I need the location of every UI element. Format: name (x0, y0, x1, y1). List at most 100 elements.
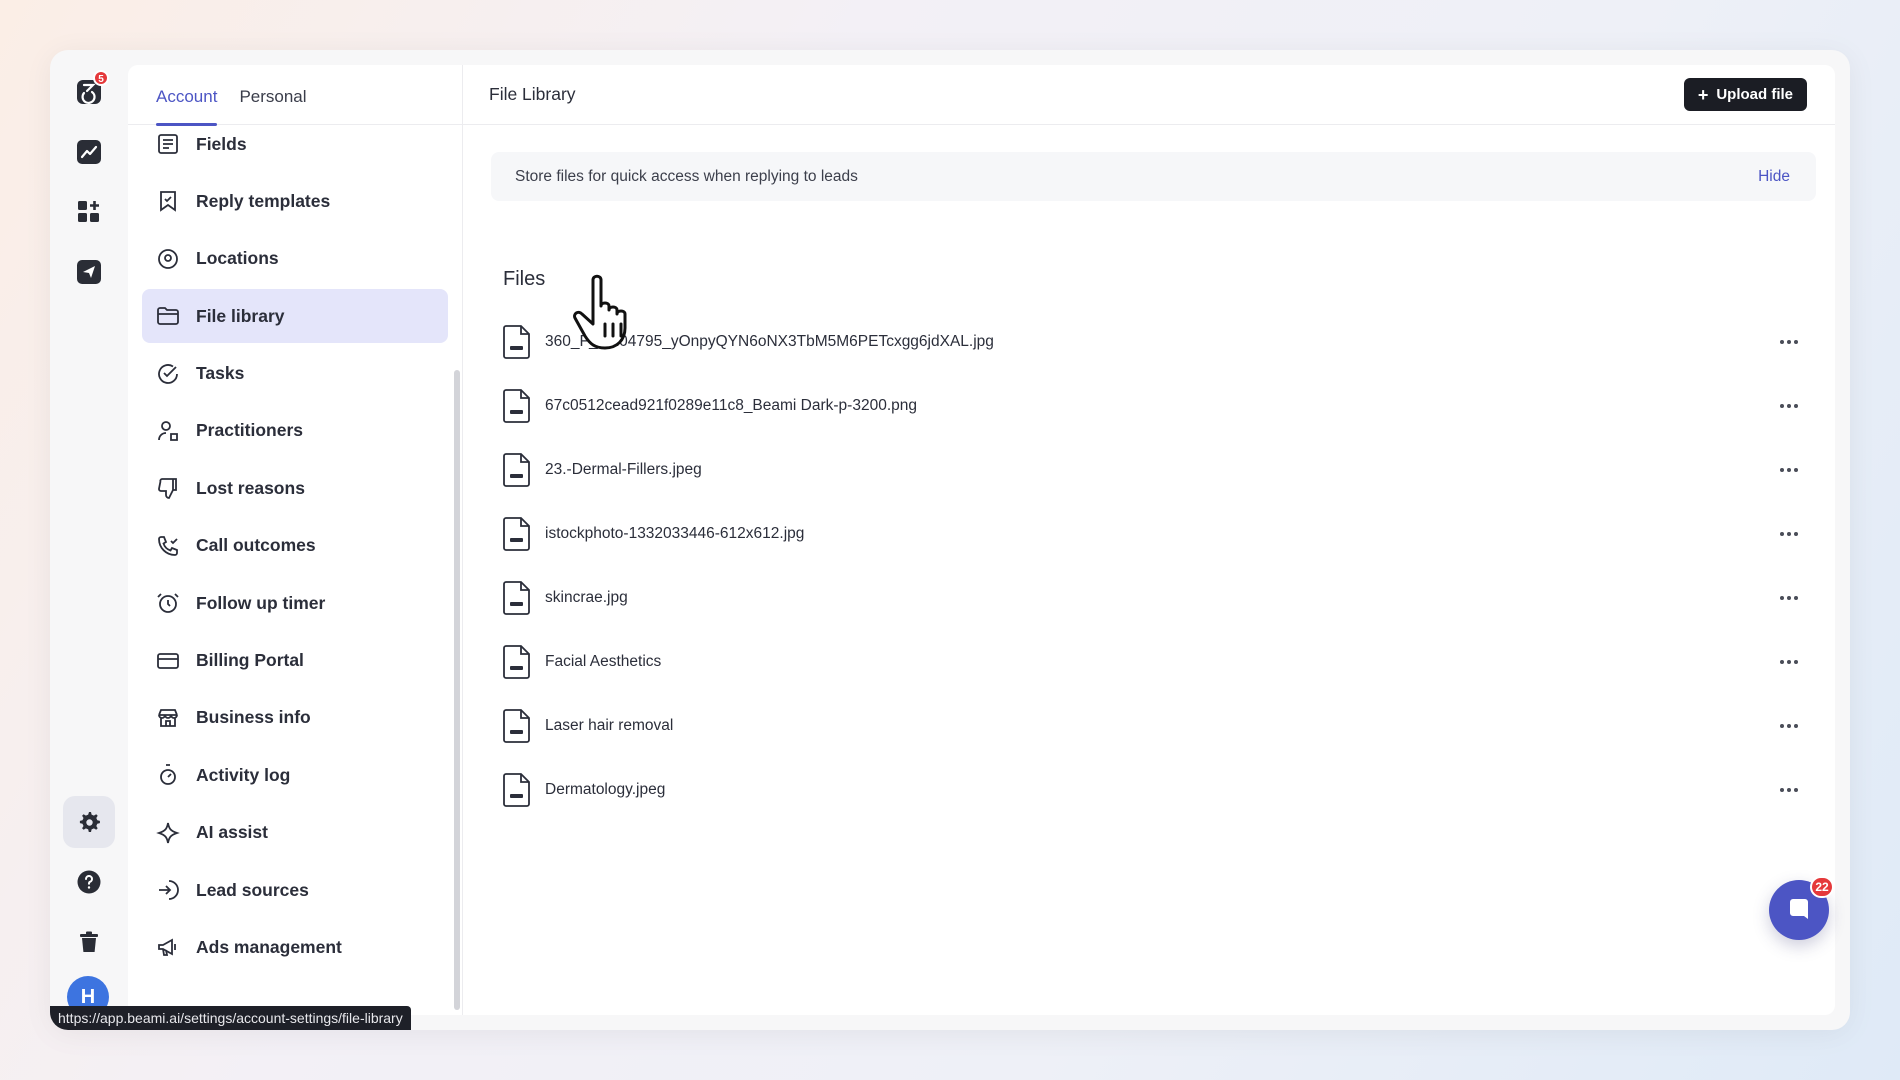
send-button[interactable] (63, 246, 115, 298)
sidebar-item-label: Practitioners (196, 420, 303, 441)
page-title: File Library (489, 84, 576, 104)
upload-file-button[interactable]: + Upload file (1683, 78, 1807, 111)
info-banner: Store files for quick access when replyi… (491, 152, 1816, 201)
more-dot (1794, 468, 1798, 472)
bookmark-icon (160, 191, 176, 213)
sidebar-item-ads-management[interactable]: Ads management (142, 920, 448, 974)
file-row[interactable]: Dermatology.jpeg (503, 758, 1803, 822)
store-icon (158, 709, 178, 727)
more-dot (1780, 596, 1784, 600)
more-dot (1794, 404, 1798, 408)
file-icon (503, 389, 530, 423)
trash-icon (80, 931, 98, 952)
hide-banner-link[interactable]: Hide (1758, 168, 1790, 186)
file-name[interactable]: skincrae.jpg (545, 589, 628, 607)
sidebar-item-file-library[interactable]: File library (142, 289, 448, 344)
main-header: File Library + Upload file (463, 65, 1835, 125)
file-name[interactable]: Facial Aesthetics (545, 653, 661, 671)
more-options-button[interactable] (1775, 652, 1803, 672)
location-pin-icon (158, 248, 178, 269)
sidebar-item-label: File library (196, 305, 285, 326)
file-name[interactable]: 67c0512cead921f0289e11c8_Beami Dark-p-32… (545, 397, 917, 415)
sidebar-item-label: AI assist (196, 822, 268, 843)
sidebar-item-follow-up-timer[interactable]: Follow up timer (142, 576, 448, 630)
sidebar-item-ai-assist[interactable]: AI assist (142, 806, 448, 860)
more-dot (1787, 596, 1791, 600)
file-icon (503, 581, 530, 615)
sidebar-item-lost-reasons[interactable]: Lost reasons (142, 461, 448, 515)
more-dot (1780, 340, 1784, 344)
settings-menu: Fields Reply templates Locations File li… (128, 117, 462, 974)
more-dot (1787, 788, 1791, 792)
more-dot (1780, 404, 1784, 408)
more-options-button[interactable] (1775, 524, 1803, 544)
file-icon (503, 517, 530, 551)
sidebar-item-call-outcomes[interactable]: Call outcomes (142, 519, 448, 573)
sidebar-item-activity-log[interactable]: Activity log (142, 748, 448, 802)
more-options-button[interactable] (1775, 460, 1803, 480)
file-row[interactable]: 360_F_...204795_yOnpyQYN6oNX3TbM5M6PETcx… (503, 310, 1803, 374)
sidebar-item-label: Activity log (196, 764, 291, 785)
apps-button[interactable] (63, 186, 115, 238)
file-row[interactable]: 67c0512cead921f0289e11c8_Beami Dark-p-32… (503, 374, 1803, 438)
help-icon (77, 870, 101, 894)
sidebar-item-label: Tasks (196, 363, 245, 384)
sidebar-item-tasks[interactable]: Tasks (142, 347, 448, 401)
user-icon (158, 421, 178, 441)
sidebar-item-label: Reply templates (196, 190, 331, 211)
logo-button[interactable]: 5 (63, 66, 115, 118)
settings-button[interactable] (63, 796, 115, 848)
hand-cursor-icon (573, 274, 627, 350)
more-dot (1780, 788, 1784, 792)
more-dot (1780, 532, 1784, 536)
more-options-button[interactable] (1775, 780, 1803, 800)
trash-button[interactable] (63, 916, 115, 968)
analytics-icon (77, 140, 101, 164)
sidebar-item-lead-sources[interactable]: Lead sources (142, 863, 448, 917)
sidebar-item-business-info[interactable]: Business info (142, 691, 448, 745)
file-name[interactable]: 23.-Dermal-Fillers.jpeg (545, 461, 702, 479)
more-options-button[interactable] (1775, 332, 1803, 352)
more-options-button[interactable] (1775, 588, 1803, 608)
thumbs-down-icon (158, 478, 177, 500)
file-name[interactable]: Laser hair removal (545, 717, 673, 735)
sidebar-item-practitioners[interactable]: Practitioners (142, 404, 448, 458)
alarm-icon (157, 593, 179, 614)
sidebar-item-label: Locations (196, 248, 279, 269)
more-options-button[interactable] (1775, 716, 1803, 736)
more-dot (1787, 532, 1791, 536)
file-row[interactable]: 23.-Dermal-Fillers.jpeg (503, 438, 1803, 502)
file-name[interactable]: Dermatology.jpeg (545, 781, 665, 799)
sidebar-item-label: Call outcomes (196, 535, 316, 556)
file-row[interactable]: istockphoto-1332033446-612x612.jpg (503, 502, 1803, 566)
more-dot (1794, 340, 1798, 344)
sparkle-icon (156, 822, 180, 843)
sidebar-scrollbar[interactable] (454, 370, 460, 1010)
sidebar-item-billing-portal[interactable]: Billing Portal (142, 634, 448, 688)
notification-badge: 5 (93, 70, 109, 86)
sidebar-item-locations[interactable]: Locations (142, 232, 448, 286)
sidebar-item-reply-templates[interactable]: Reply templates (142, 174, 448, 228)
sidebar-item-label: Business info (196, 707, 311, 728)
chat-icon (1790, 899, 1808, 919)
help-button[interactable] (63, 856, 115, 908)
file-row[interactable]: skincrae.jpg (503, 566, 1803, 630)
tab-account[interactable]: Account (156, 65, 218, 126)
more-options-button[interactable] (1775, 396, 1803, 416)
sidebar-item-label: Ads management (196, 936, 342, 957)
tab-personal[interactable]: Personal (239, 65, 306, 125)
more-dot (1787, 660, 1791, 664)
megaphone-icon (158, 938, 176, 957)
file-icon (503, 709, 530, 743)
more-dot (1787, 340, 1791, 344)
file-row[interactable]: Laser hair removal (503, 694, 1803, 758)
analytics-button[interactable] (63, 126, 115, 178)
status-url: https://app.beami.ai/settings/account-se… (50, 1006, 411, 1030)
sign-in-icon (159, 880, 179, 900)
chat-badge: 22 (1810, 876, 1834, 898)
sidebar-item-label: Lost reasons (196, 477, 305, 498)
more-dot (1794, 788, 1798, 792)
send-icon (77, 260, 101, 284)
file-row[interactable]: Facial Aesthetics (503, 630, 1803, 694)
file-name[interactable]: istockphoto-1332033446-612x612.jpg (545, 525, 804, 543)
